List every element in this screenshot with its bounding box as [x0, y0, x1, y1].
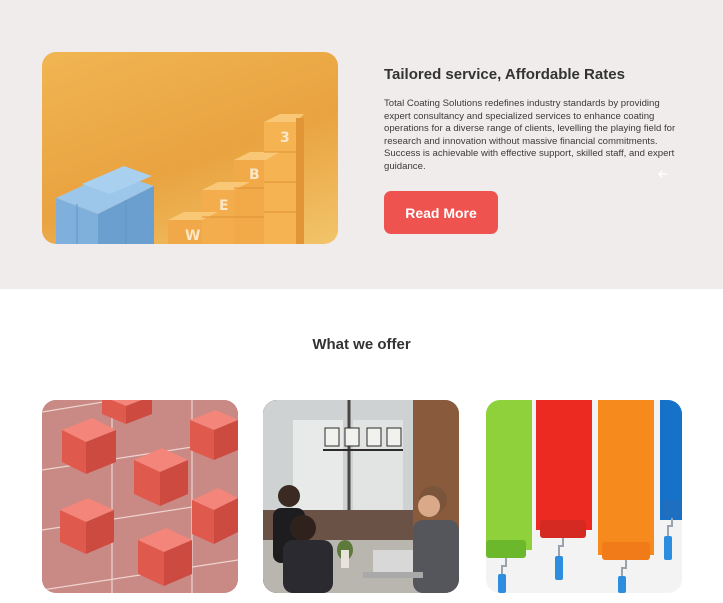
offer-card-red-cubes[interactable]	[42, 400, 238, 593]
section-title: What we offer	[312, 336, 411, 353]
offer-card-meeting[interactable]	[263, 400, 459, 593]
blue-blocks	[56, 166, 154, 244]
hero-section: W E B 3 Tailored service, Affordable Rat…	[0, 0, 723, 289]
block-letter-b: B	[249, 167, 260, 183]
hero-image: W E B 3	[42, 52, 338, 244]
paint-rollers-image	[486, 400, 682, 593]
block-letter-3: 3	[280, 130, 290, 146]
arrow-left-icon[interactable]	[655, 166, 671, 182]
meeting-people-image	[263, 400, 459, 593]
block-letter-e: E	[219, 198, 229, 214]
block-letter-w: W	[185, 228, 200, 244]
hero-title: Tailored service, Affordable Rates	[384, 66, 625, 83]
offer-card-paint-rollers[interactable]	[486, 400, 682, 593]
read-more-button[interactable]: Read More	[384, 191, 498, 234]
hero-description: Total Coating Solutions redefines indust…	[384, 98, 676, 172]
red-cubes-image	[42, 400, 238, 593]
